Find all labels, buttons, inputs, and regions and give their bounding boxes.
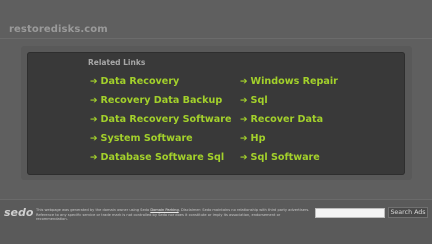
related-links-heading: Related Links	[88, 58, 146, 67]
link-sql[interactable]: ➔ Sql	[240, 94, 268, 108]
link-label: Hp	[250, 133, 266, 144]
arrow-right-icon: ➔	[90, 77, 98, 87]
arrow-right-icon: ➔	[240, 77, 248, 87]
arrow-right-icon: ➔	[90, 153, 98, 163]
search-ads-button[interactable]: Search Ads	[388, 207, 428, 218]
link-recovery-data-backup[interactable]: ➔ Recovery Data Backup	[90, 94, 222, 108]
link-recover-data[interactable]: ➔ Recover Data	[240, 113, 323, 127]
arrow-right-icon: ➔	[240, 96, 248, 106]
arrow-right-icon: ➔	[90, 96, 98, 106]
link-data-recovery-software[interactable]: ➔ Data Recovery Software	[90, 113, 231, 127]
arrow-right-icon: ➔	[240, 134, 248, 144]
domain-name: restoredisks.com	[9, 24, 108, 35]
link-hp[interactable]: ➔ Hp	[240, 132, 265, 146]
arrow-right-icon: ➔	[90, 134, 98, 144]
arrow-right-icon: ➔	[240, 115, 248, 125]
link-database-software-sql[interactable]: ➔ Database Software Sql	[90, 151, 224, 165]
link-label: Recover Data	[250, 114, 324, 125]
link-data-recovery[interactable]: ➔ Data Recovery	[90, 75, 179, 89]
link-sql-software[interactable]: ➔ Sql Software	[240, 151, 320, 165]
arrow-right-icon: ➔	[240, 153, 248, 163]
link-label: Data Recovery Software	[100, 114, 232, 125]
link-label: Sql Software	[250, 152, 320, 163]
link-label: Recovery Data Backup	[100, 95, 223, 106]
link-label: Windows Repair	[250, 76, 338, 87]
search-ads-input[interactable]	[315, 208, 385, 218]
sedo-logo[interactable]: sedo	[4, 206, 33, 219]
disclaimer-text: This webpage was generated by the domain…	[36, 208, 312, 222]
arrow-right-icon: ➔	[90, 115, 98, 125]
link-label: Data Recovery	[100, 76, 180, 87]
disclaimer-part1: This webpage was generated by the domain…	[36, 208, 151, 212]
sedo-logo-text: sedo	[4, 206, 34, 219]
header-divider	[0, 38, 432, 39]
link-label: Sql	[250, 95, 268, 106]
link-label: System Software	[100, 133, 193, 144]
link-windows-repair[interactable]: ➔ Windows Repair	[240, 75, 338, 89]
link-label: Database Software Sql	[100, 152, 225, 163]
link-system-software[interactable]: ➔ System Software	[90, 132, 193, 146]
domain-parking-link[interactable]: Domain Parking	[150, 208, 178, 212]
